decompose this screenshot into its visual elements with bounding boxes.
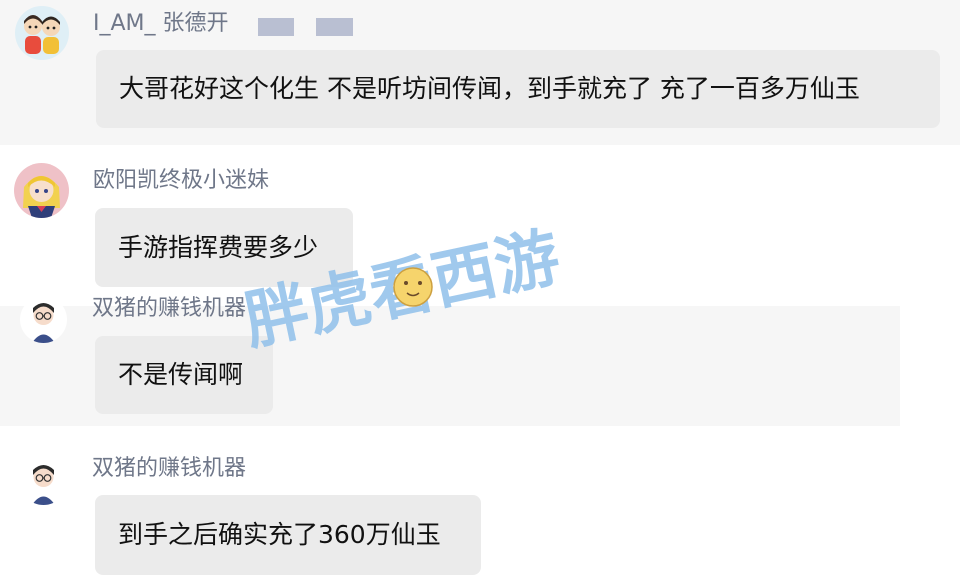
message-bubble[interactable]: 大哥花好这个化生 不是听坊间传闻，到手就充了 充了一百多万仙玉	[96, 50, 940, 128]
mascot-face-icon	[393, 267, 433, 307]
redacted-block	[258, 18, 294, 36]
watermark: 胖虎看西游	[238, 221, 566, 360]
anime-girl-avatar-icon[interactable]	[14, 163, 69, 218]
message-text: 到手之后确实充了360万仙玉	[118, 520, 441, 549]
message-bubble[interactable]: 到手之后确实充了360万仙玉	[95, 495, 481, 575]
redacted-block	[316, 18, 353, 36]
sender-name[interactable]: I_AM_ 张德开	[93, 11, 229, 37]
glasses-boy-avatar-icon[interactable]	[20, 296, 67, 343]
sender-name[interactable]: 双猪的赚钱机器	[92, 456, 246, 482]
sender-name[interactable]: 欧阳凯终极小迷妹	[93, 168, 269, 194]
message-text: 大哥花好这个化生 不是听坊间传闻，到手就充了 充了一百多万仙玉	[119, 74, 860, 103]
glasses-boy-avatar-icon[interactable]	[20, 458, 67, 505]
kids-avatar-icon[interactable]	[15, 6, 69, 60]
